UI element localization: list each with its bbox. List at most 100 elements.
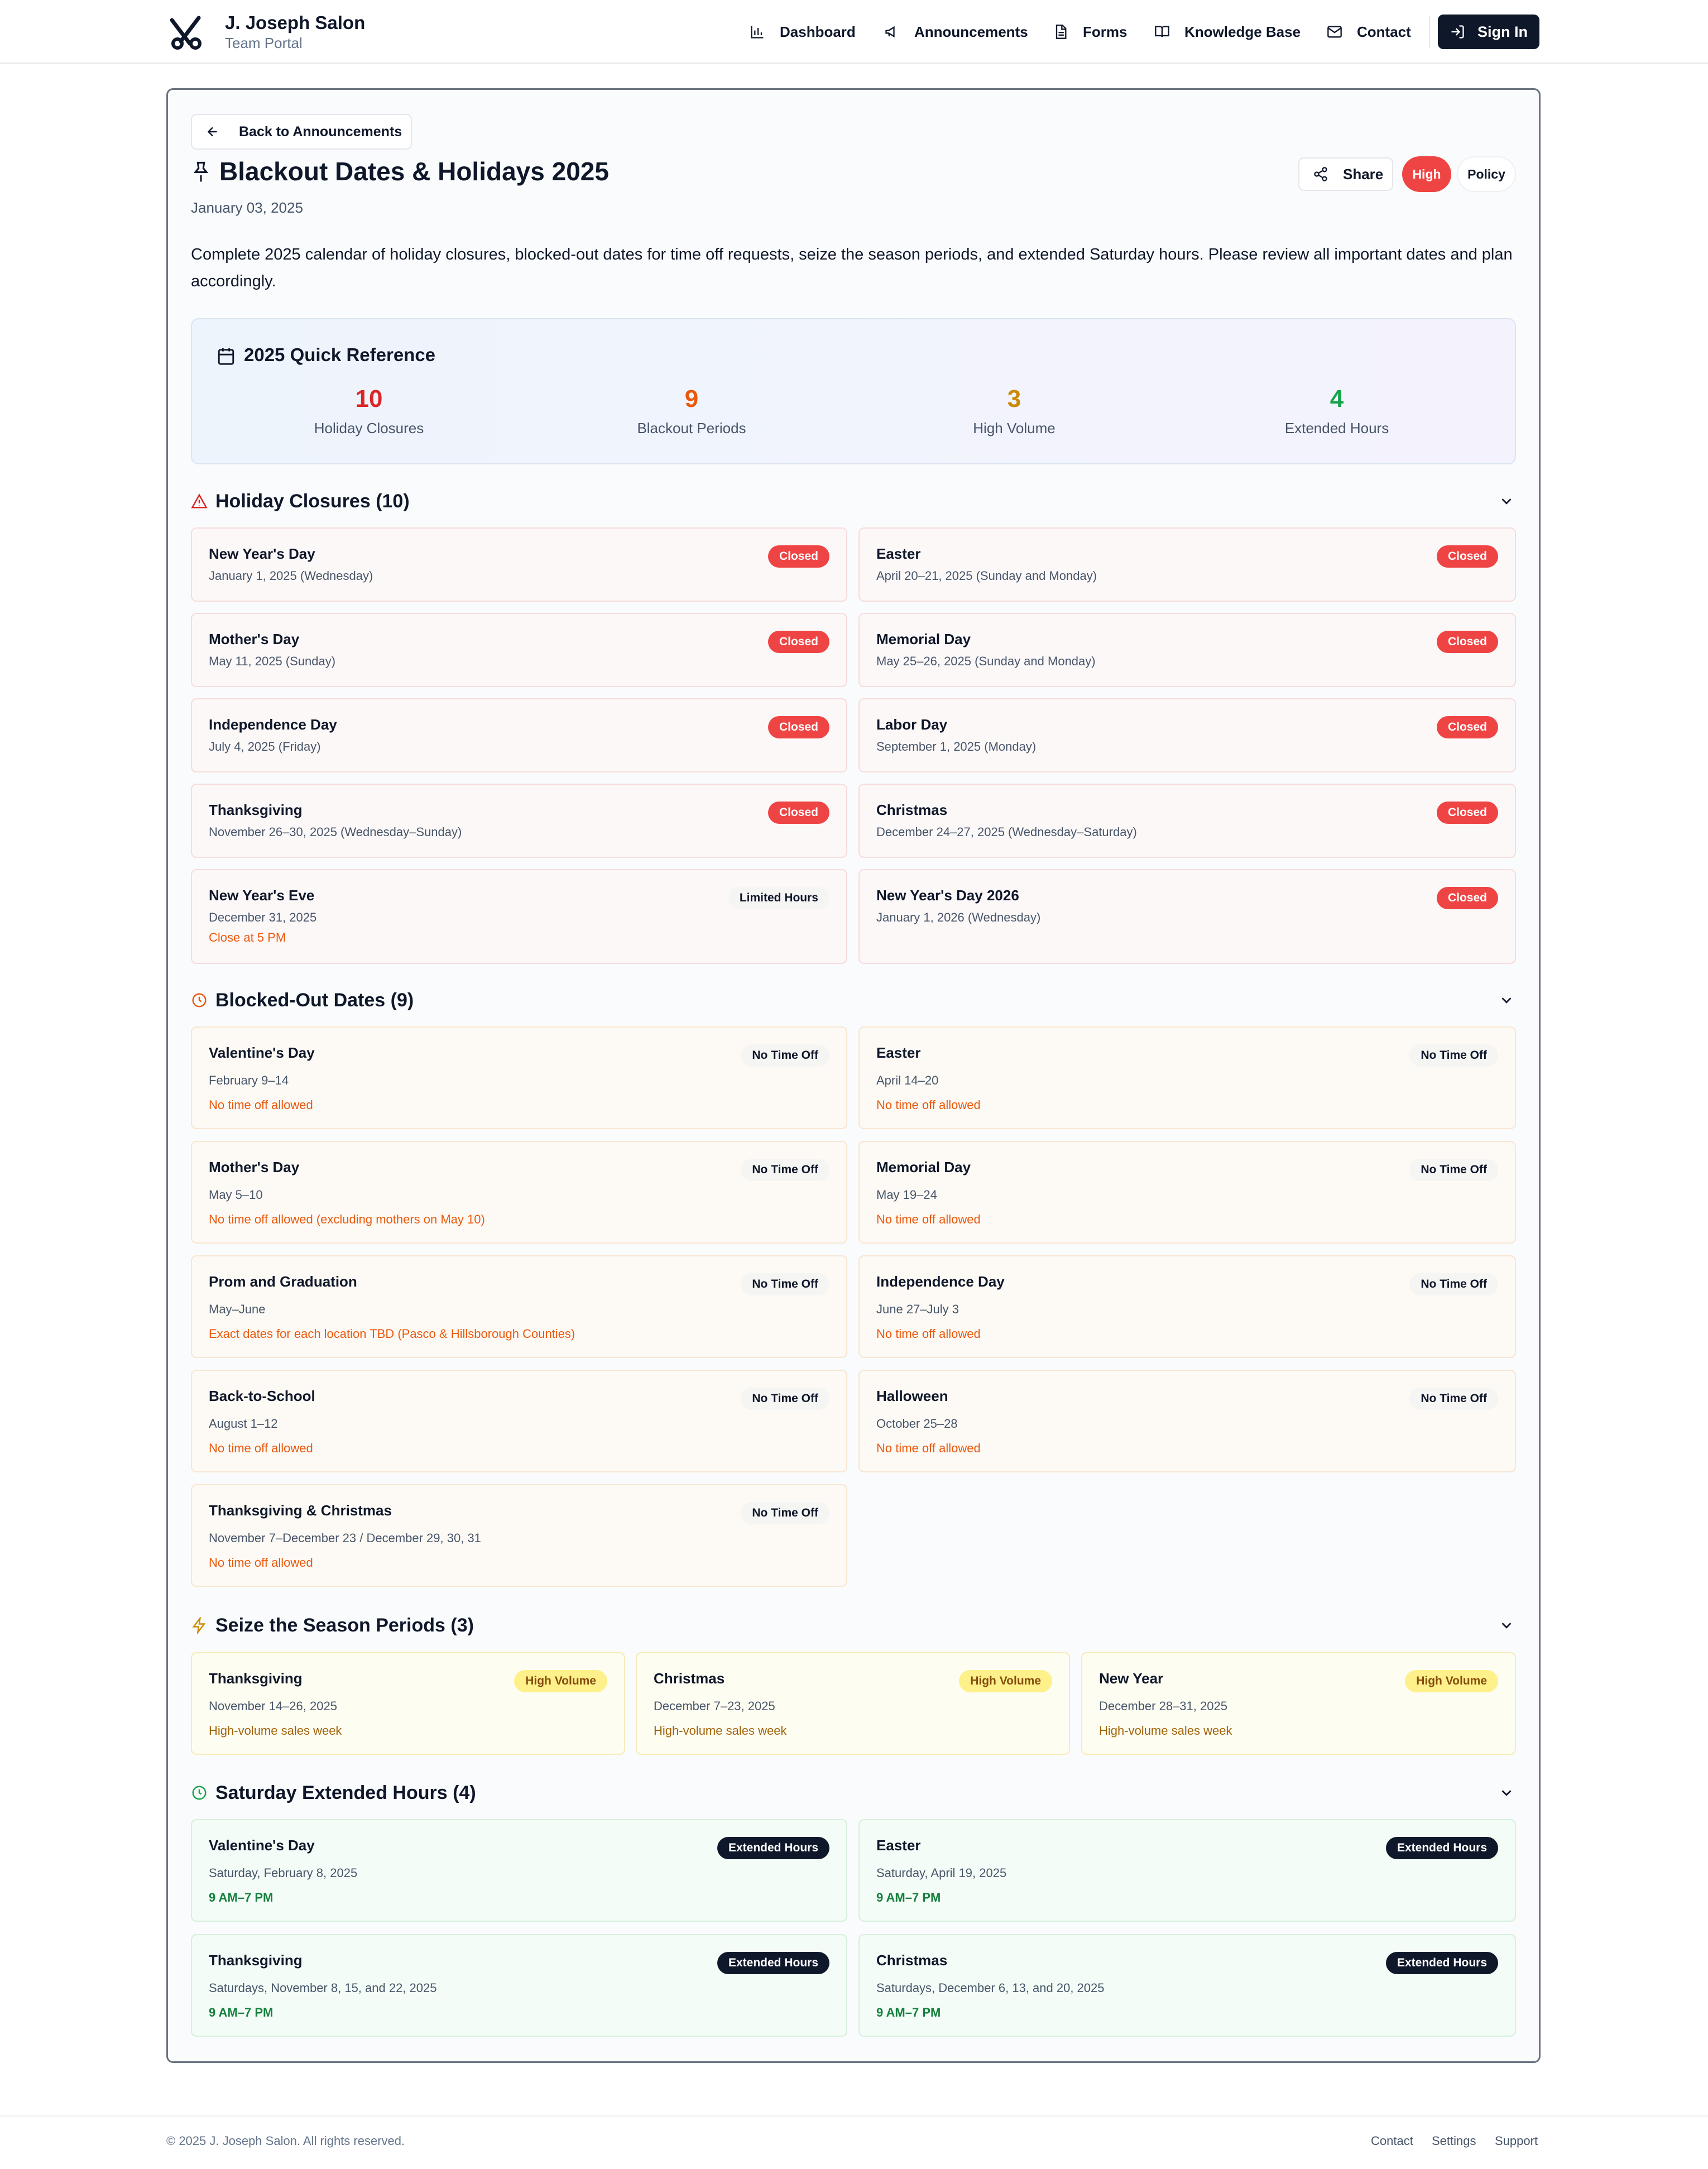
item-date: Saturday, February 8, 2025 xyxy=(209,1866,358,1880)
chevron-down-icon[interactable] xyxy=(1498,493,1515,510)
sign-in-button[interactable]: Sign In xyxy=(1438,15,1539,49)
holiday-item: Mother's Day May 11, 2025 (Sunday) Close… xyxy=(191,613,847,687)
item-date: December 31, 2025 xyxy=(209,910,317,924)
blocked-item: Memorial Day May 19–24 No time off allow… xyxy=(858,1141,1516,1244)
nav-dashboard[interactable]: Dashboard xyxy=(750,19,856,45)
item-name: Thanksgiving xyxy=(209,1670,303,1687)
calendar-icon xyxy=(218,348,234,365)
status-badge: No Time Off xyxy=(741,1502,829,1524)
nav-label: Contact xyxy=(1357,23,1411,40)
status-badge: Closed xyxy=(1436,802,1498,824)
item-date: December 7–23, 2025 xyxy=(654,1699,775,1713)
chevron-down-icon[interactable] xyxy=(1498,1617,1515,1634)
status-badge: Closed xyxy=(767,545,829,568)
item-date: November 7–December 23 / December 29, 30… xyxy=(209,1531,481,1545)
chevron-down-icon[interactable] xyxy=(1498,1784,1515,1801)
status-badge: Closed xyxy=(1436,887,1498,909)
item-note: High-volume sales week xyxy=(1099,1724,1232,1738)
stat-value: 9 xyxy=(684,385,699,412)
brand-subtitle: Team Portal xyxy=(225,35,303,51)
status-badge: High Volume xyxy=(959,1670,1052,1692)
section-title: Holiday Closures (10) xyxy=(215,490,410,512)
item-name: New Year's Day xyxy=(209,545,315,562)
nav-forms[interactable]: Forms xyxy=(1053,19,1127,45)
footer-link-support[interactable]: Support xyxy=(1495,2134,1538,2148)
status-badge: Closed xyxy=(1436,716,1498,738)
holiday-item: New Year's Eve December 31, 2025 Close a… xyxy=(191,869,847,964)
item-name: Mother's Day xyxy=(209,1159,300,1175)
item-date: May–June xyxy=(209,1302,266,1316)
holiday-item: New Year's Day January 1, 2025 (Wednesda… xyxy=(191,527,847,602)
holiday-closures-header[interactable]: Holiday Closures (10) xyxy=(191,487,410,515)
clock-icon xyxy=(192,1786,207,1800)
item-note: 9 AM–7 PM xyxy=(876,1890,941,1904)
status-badge: No Time Off xyxy=(1409,1273,1498,1295)
item-date: April 14–20 xyxy=(876,1073,939,1087)
item-name: Independence Day xyxy=(876,1273,1005,1290)
footer-link-contact[interactable]: Contact xyxy=(1371,2134,1413,2148)
stat-high-volume: 3 High Volume xyxy=(903,383,1126,437)
footer-link-settings[interactable]: Settings xyxy=(1432,2134,1476,2148)
item-name: Halloween xyxy=(876,1388,948,1404)
seize-season-header[interactable]: Seize the Season Periods (3) xyxy=(191,1611,474,1639)
status-badge: No Time Off xyxy=(741,1044,829,1067)
item-date: September 1, 2025 (Monday) xyxy=(876,740,1037,754)
item-date: May 19–24 xyxy=(876,1188,937,1202)
share-icon xyxy=(1314,167,1327,181)
item-note: 9 AM–7 PM xyxy=(876,2005,941,2019)
item-note: No time off allowed xyxy=(876,1441,981,1455)
blocked-item: Thanksgiving & Christmas November 7–Dece… xyxy=(191,1484,847,1587)
item-name: Easter xyxy=(876,545,921,562)
item-name: Christmas xyxy=(654,1670,725,1687)
stat-value: 4 xyxy=(1330,385,1344,412)
item-note: Close at 5 PM xyxy=(209,930,286,944)
item-name: Easter xyxy=(876,1044,921,1061)
item-date: Saturday, April 19, 2025 xyxy=(876,1866,1007,1880)
pin-icon xyxy=(193,161,209,182)
item-name: Thanksgiving & Christmas xyxy=(209,1502,392,1519)
item-note: No time off allowed xyxy=(209,1441,313,1455)
blocked-item: Mother's Day May 5–10 No time off allowe… xyxy=(191,1141,847,1244)
saturday-hours-header[interactable]: Saturday Extended Hours (4) xyxy=(191,1779,476,1807)
status-badge: Extended Hours xyxy=(717,1837,829,1859)
blocked-item: Back-to-School August 1–12 No time off a… xyxy=(191,1370,847,1472)
nav-announcements[interactable]: Announcements xyxy=(884,19,1028,45)
chevron-down-icon[interactable] xyxy=(1498,992,1515,1009)
back-label: Back to Announcements xyxy=(239,123,402,140)
blocked-item: Halloween October 25–28 No time off allo… xyxy=(858,1370,1516,1472)
sign-in-icon xyxy=(1451,25,1464,39)
saturday-item: Easter Saturday, April 19, 2025 9 AM–7 P… xyxy=(858,1819,1516,1922)
item-date: Saturdays, December 6, 13, and 20, 2025 xyxy=(876,1981,1105,1995)
megaphone-icon xyxy=(885,26,895,38)
footer-copyright: © 2025 J. Joseph Salon. All rights reser… xyxy=(166,2134,405,2148)
sign-in-label: Sign In xyxy=(1477,23,1528,40)
nav-knowledge-base[interactable]: Knowledge Base xyxy=(1154,19,1301,45)
stat-label: High Volume xyxy=(973,420,1055,436)
holiday-item: Thanksgiving November 26–30, 2025 (Wedne… xyxy=(191,784,847,858)
back-to-announcements-button[interactable]: Back to Announcements xyxy=(191,114,412,150)
status-badge: Closed xyxy=(1436,631,1498,653)
category-badge: Policy xyxy=(1457,156,1516,192)
status-badge: Closed xyxy=(767,802,829,824)
item-date: January 1, 2025 (Wednesday) xyxy=(209,569,373,583)
status-badge: No Time Off xyxy=(741,1273,829,1295)
item-name: Back-to-School xyxy=(209,1388,315,1404)
saturday-item: Christmas Saturdays, December 6, 13, and… xyxy=(858,1934,1516,2037)
saturday-item: Valentine's Day Saturday, February 8, 20… xyxy=(191,1819,847,1922)
brand-name[interactable]: J. Joseph Salon xyxy=(225,12,365,33)
blocked-out-header[interactable]: Blocked-Out Dates (9) xyxy=(191,986,414,1014)
section-title: Saturday Extended Hours (4) xyxy=(215,1782,476,1803)
item-name: Prom and Graduation xyxy=(209,1273,357,1290)
item-name: Thanksgiving xyxy=(209,1952,303,1969)
season-item: Thanksgiving November 14–26, 2025 High-v… xyxy=(191,1652,625,1755)
item-note: 9 AM–7 PM xyxy=(209,1890,274,1904)
nav-contact[interactable]: Contact xyxy=(1327,19,1411,45)
share-button[interactable]: Share xyxy=(1298,157,1393,191)
salon-logo-icon[interactable] xyxy=(167,12,207,51)
stat-extended-hours: 4 Extended Hours xyxy=(1225,383,1448,437)
item-date: July 4, 2025 (Friday) xyxy=(209,740,321,754)
nav-label: Dashboard xyxy=(780,23,856,40)
holiday-item: Easter April 20–21, 2025 (Sunday and Mon… xyxy=(858,527,1516,602)
item-note: High-volume sales week xyxy=(654,1724,787,1738)
item-note: No time off allowed xyxy=(876,1327,981,1341)
